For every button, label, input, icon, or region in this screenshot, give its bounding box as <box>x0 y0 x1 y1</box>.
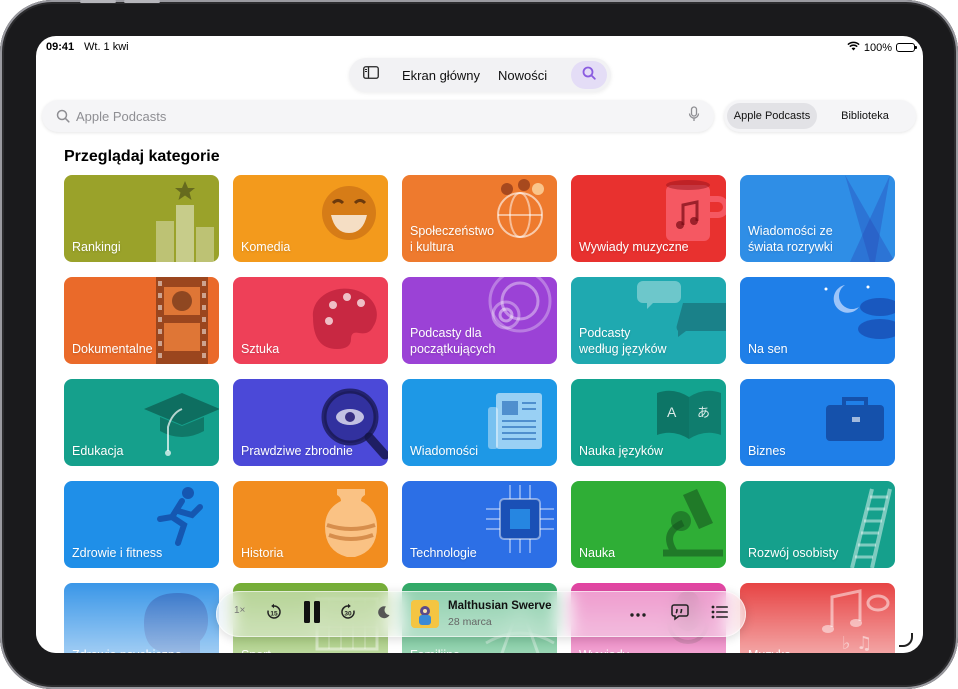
category-label: Nauka języków <box>579 444 664 458</box>
status-time: 09:41 <box>46 41 75 53</box>
category-label: Komedia <box>241 240 291 254</box>
status-bar: 09:41 Wt. 1 kwi 100% <box>36 36 923 58</box>
category-tile[interactable]: Podcasty dla początkujących <box>402 277 557 364</box>
episode-artwork[interactable] <box>411 600 439 628</box>
list-icon <box>711 605 729 624</box>
category-tile[interactable]: Na sen <box>740 277 895 364</box>
tab-search[interactable] <box>571 61 607 89</box>
category-tile[interactable]: A あ Nauka języków <box>571 379 726 466</box>
category-label: Historia <box>241 546 284 560</box>
search-scope-control: Apple Podcasts Biblioteka <box>724 100 916 132</box>
search-input[interactable] <box>76 108 688 124</box>
category-label: Na sen <box>748 342 788 356</box>
microphone-icon[interactable] <box>688 105 700 127</box>
category-label: Podcasty według języków <box>579 326 667 356</box>
category-label: Sztuka <box>241 342 280 356</box>
search-bar <box>42 100 714 132</box>
top-navigation: Ekran główny Nowości <box>349 58 611 92</box>
category-tile[interactable]: Biznes <box>740 379 895 466</box>
category-tile[interactable]: Komedia <box>233 175 388 262</box>
sidebar-icon <box>363 66 379 84</box>
category-label: Edukacja <box>72 444 124 458</box>
sleep-timer-button[interactable] <box>370 600 398 628</box>
category-tile[interactable]: Historia <box>233 481 388 568</box>
svg-text:15: 15 <box>270 610 278 617</box>
category-tile[interactable]: Dokumentalne <box>64 277 219 364</box>
category-tile[interactable]: Prawdziwe zbrodnie <box>233 379 388 466</box>
sidebar-toggle-button[interactable] <box>349 58 393 92</box>
category-label: Wiadomości ze świata rozrywki <box>748 224 833 254</box>
status-right: 100% <box>847 41 917 54</box>
episode-date: 28 marca <box>448 616 492 628</box>
skip-forward-30-icon: 30 <box>339 603 357 626</box>
category-label: Wywiady muzyczne <box>579 240 689 254</box>
svg-text:あ: あ <box>697 406 710 421</box>
svg-text:A: A <box>667 404 677 420</box>
category-tile[interactable]: Technologie <box>402 481 557 568</box>
category-tile[interactable]: Wiadomości <box>402 379 557 466</box>
category-tile[interactable]: Rankingi <box>64 175 219 262</box>
ellipsis-icon <box>629 605 647 623</box>
scope-apple-podcasts[interactable]: Apple Podcasts <box>727 103 817 129</box>
skip-back-15-icon: 15 <box>265 603 283 626</box>
skip-forward-button[interactable]: 30 <box>334 600 362 628</box>
category-label: Wiadomości <box>410 444 479 458</box>
category-tile[interactable]: Zdrowie i fitness <box>64 481 219 568</box>
pause-icon <box>302 600 322 629</box>
section-title: Przeglądaj kategorie <box>64 148 220 165</box>
category-label: Podcasty dla początkujących <box>410 326 496 356</box>
battery-icon <box>896 43 917 52</box>
more-button[interactable] <box>624 600 652 628</box>
episode-title[interactable]: Malthusian Swerve <box>448 600 552 612</box>
svg-text:30: 30 <box>344 610 352 617</box>
queue-button[interactable] <box>706 600 734 628</box>
category-label: Nauka <box>579 546 616 560</box>
wifi-icon <box>847 41 860 54</box>
category-tile[interactable]: Podcasty według języków <box>571 277 726 364</box>
category-tile[interactable]: Wiadomości ze świata rozrywki <box>740 175 895 262</box>
tab-home[interactable]: Ekran główny <box>393 68 489 83</box>
category-tile[interactable]: Rozwój osobisty <box>740 481 895 568</box>
transcript-icon <box>671 603 689 626</box>
category-tile[interactable]: Społeczeństwo i kultura <box>402 175 557 262</box>
volume-button <box>124 0 160 3</box>
volume-button <box>80 0 116 3</box>
category-label: Zdrowie i fitness <box>72 546 163 560</box>
transcript-button[interactable] <box>666 600 694 628</box>
tab-new[interactable]: Nowości <box>489 68 556 83</box>
category-tile[interactable]: Sztuka <box>233 277 388 364</box>
status-date: Wt. 1 kwi <box>84 41 129 53</box>
mini-player[interactable]: 1× 15 30 Malthusian Swerve 28 marca <box>216 591 746 637</box>
category-label: Społeczeństwo i kultura <box>410 224 495 254</box>
moon-icon <box>377 605 391 624</box>
category-label: Prawdziwe zbrodnie <box>241 444 353 458</box>
search-icon <box>582 66 596 85</box>
category-label: Biznes <box>748 444 786 458</box>
category-label: Technologie <box>410 546 477 560</box>
category-tile[interactable]: Edukacja <box>64 379 219 466</box>
category-label: Rankingi <box>72 240 121 254</box>
skip-back-button[interactable]: 15 <box>260 600 288 628</box>
pause-button[interactable] <box>298 600 326 628</box>
search-icon <box>56 109 70 123</box>
category-label: Dokumentalne <box>72 342 153 356</box>
scope-library[interactable]: Biblioteka <box>817 103 913 129</box>
category-label: Rozwój osobisty <box>748 546 839 560</box>
playback-speed[interactable]: 1× <box>234 605 245 616</box>
battery-percent: 100% <box>863 41 892 54</box>
screen: 09:41 Wt. 1 kwi 100% Ekran główny Nowośc… <box>36 36 923 653</box>
category-tile[interactable]: Nauka <box>571 481 726 568</box>
category-tile[interactable]: Wywiady muzyczne <box>571 175 726 262</box>
